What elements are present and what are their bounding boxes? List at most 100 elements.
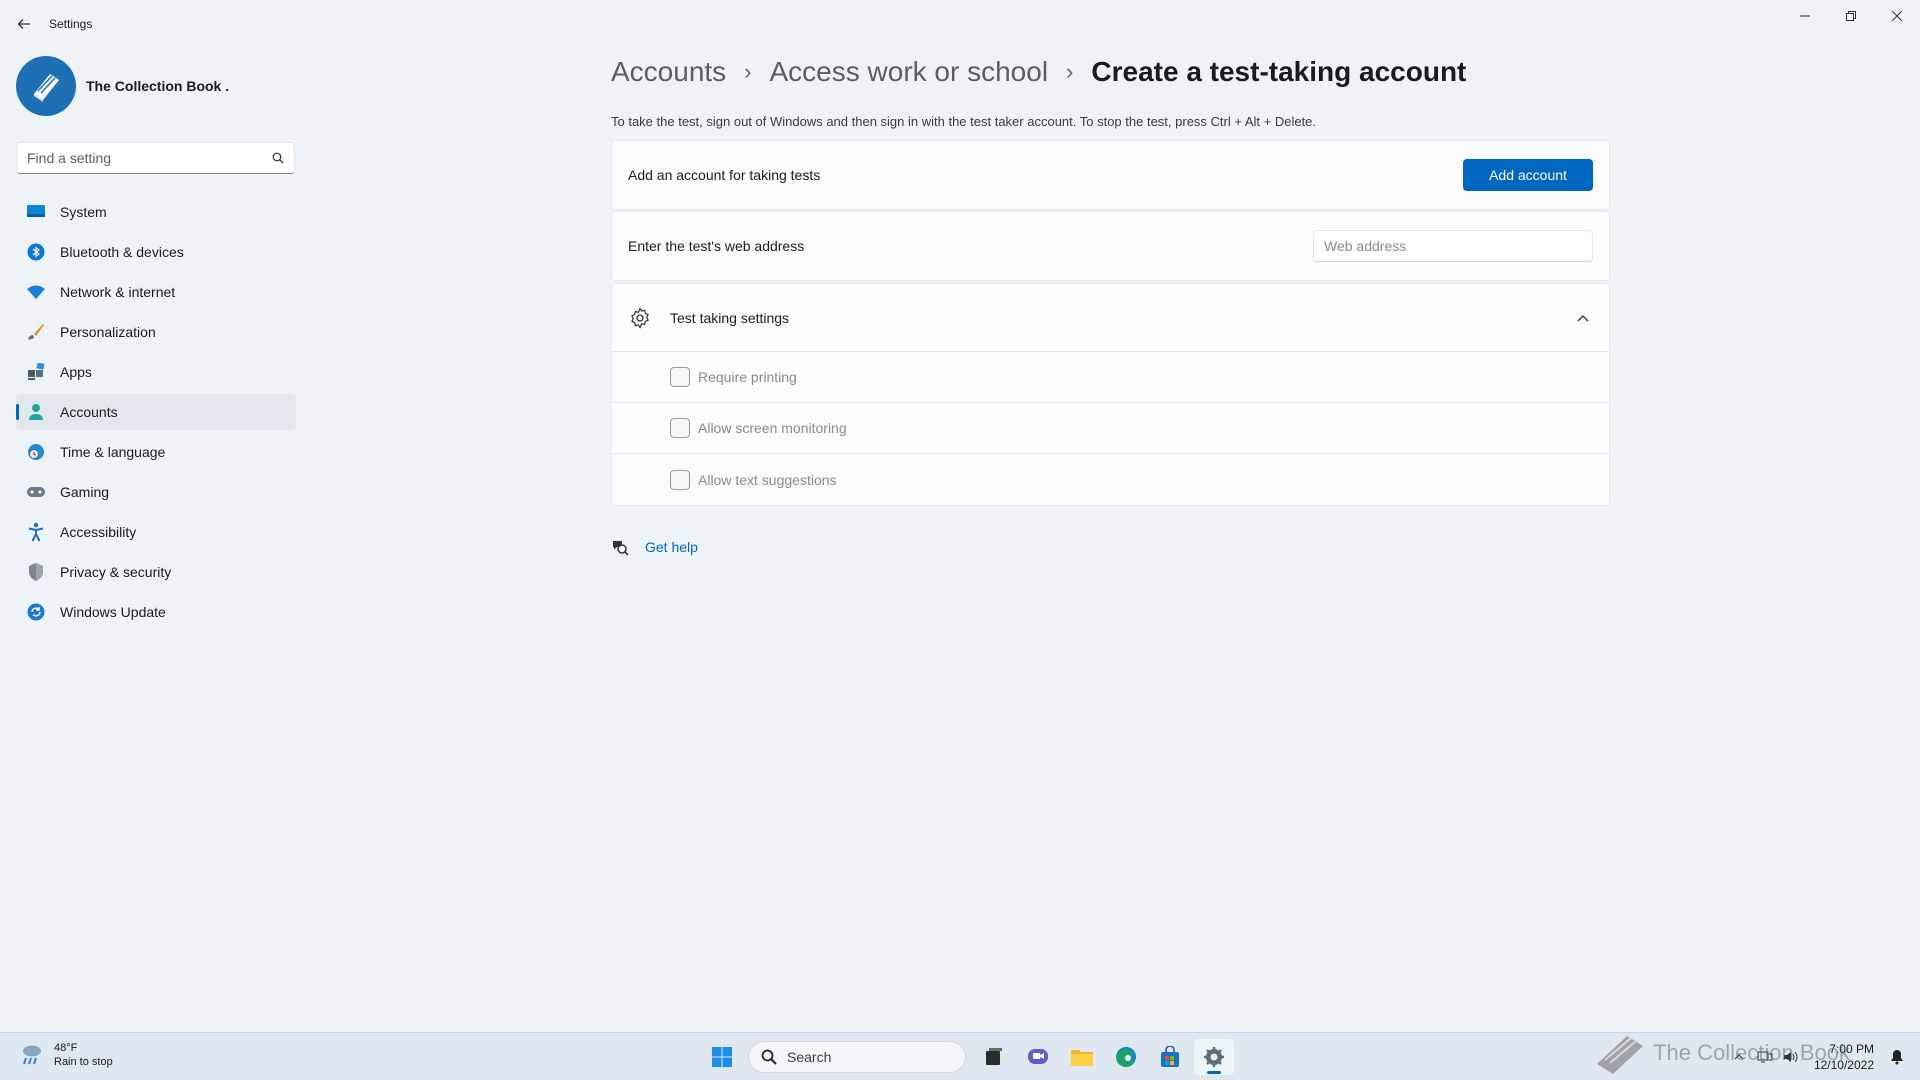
add-account-button[interactable]: Add account <box>1463 159 1593 191</box>
search-input[interactable] <box>27 150 272 166</box>
edge-button[interactable] <box>1106 1039 1146 1075</box>
test-settings-expander: Test taking settings Require printing Al… <box>611 283 1610 506</box>
edge-browser-icon <box>1116 1047 1136 1067</box>
globe-clock-icon <box>26 442 46 462</box>
chevron-up-icon[interactable] <box>1573 308 1593 328</box>
sidebar-item-system[interactable]: System <box>16 194 296 230</box>
user-profile[interactable]: The Collection Book . <box>16 56 229 116</box>
task-view-button[interactable] <box>974 1039 1014 1075</box>
test-settings-title: Test taking settings <box>670 309 790 326</box>
allow-screen-monitoring-option: Allow screen monitoring <box>612 403 1609 454</box>
sidebar-item-label: Network & internet <box>60 284 176 300</box>
test-settings-header[interactable]: Test taking settings <box>612 284 1609 352</box>
sidebar-item-label: System <box>60 204 107 220</box>
accessibility-icon <box>26 522 46 542</box>
sidebar-item-network[interactable]: Network & internet <box>16 274 296 310</box>
task-view-icon <box>986 1048 1002 1065</box>
close-button[interactable] <box>1874 0 1920 32</box>
sidebar-item-label: Bluetooth & devices <box>60 244 184 260</box>
gear-icon <box>1204 1047 1224 1067</box>
gear-icon <box>628 306 652 330</box>
checkbox-label: Allow screen monitoring <box>698 420 847 436</box>
app-title: Settings <box>49 17 93 31</box>
gamepad-icon <box>26 482 46 502</box>
breadcrumb-accounts[interactable]: Accounts <box>611 56 726 88</box>
get-help: Get help <box>611 538 698 556</box>
bluetooth-icon <box>26 242 46 262</box>
settings-search[interactable] <box>16 142 295 174</box>
title-bar: Settings <box>0 0 1920 48</box>
add-account-label: Add an account for taking tests <box>628 167 821 183</box>
taskbar-search[interactable]: Search <box>748 1041 966 1073</box>
profile-name: The Collection Book . <box>86 78 230 94</box>
sidebar-item-privacy[interactable]: Privacy & security <box>16 554 296 590</box>
avatar <box>16 56 76 116</box>
get-help-link[interactable]: Get help <box>645 539 698 555</box>
monitor-icon <box>26 202 46 222</box>
sidebar-nav: System Bluetooth & devices Network & int… <box>16 194 296 634</box>
minimize-button[interactable] <box>1782 0 1828 32</box>
web-address-card: Enter the test's web address <box>611 211 1610 281</box>
folder-icon <box>1071 1050 1093 1066</box>
restore-button[interactable] <box>1828 0 1874 32</box>
sidebar-item-label: Privacy & security <box>60 564 172 580</box>
chat-button[interactable] <box>1018 1039 1058 1075</box>
sidebar-item-windows-update[interactable]: Windows Update <box>16 594 296 630</box>
sidebar-item-personalization[interactable]: Personalization <box>16 314 296 350</box>
sidebar-item-time-language[interactable]: Time & language <box>16 434 296 470</box>
taskbar-search-label: Search <box>787 1049 832 1065</box>
weather-condition: Rain to stop <box>54 1056 113 1068</box>
checkbox-label: Allow text suggestions <box>698 471 837 488</box>
web-address-input[interactable] <box>1313 230 1593 262</box>
taskbar-apps: Search <box>700 1039 1236 1075</box>
rain-cloud-icon <box>23 1045 41 1065</box>
sidebar-item-accessibility[interactable]: Accessibility <box>16 514 296 550</box>
close-icon <box>1892 11 1902 21</box>
breadcrumb-access-work-school[interactable]: Access work or school <box>770 56 1049 88</box>
windows-logo-icon <box>712 1047 732 1067</box>
page-description: To take the test, sign out of Windows an… <box>611 114 1317 129</box>
window-controls <box>1782 0 1920 32</box>
settings-taskbar-button[interactable] <box>1194 1039 1234 1075</box>
chat-icon <box>1028 1049 1048 1064</box>
allow-text-suggestions-checkbox[interactable] <box>670 469 690 490</box>
file-explorer-button[interactable] <box>1062 1039 1102 1075</box>
sidebar-item-gaming[interactable]: Gaming <box>16 474 296 510</box>
watermark: The Collection Book <box>1593 1030 1850 1076</box>
sidebar-item-apps[interactable]: Apps <box>16 354 296 390</box>
store-button[interactable] <box>1150 1039 1190 1075</box>
web-address-label: Enter the test's web address <box>628 238 805 254</box>
notification-bell-icon[interactable] <box>1886 1046 1908 1068</box>
brush-icon <box>26 322 46 342</box>
apps-icon <box>26 362 46 382</box>
back-button[interactable] <box>12 12 36 36</box>
store-bag-icon <box>1161 1046 1179 1067</box>
sidebar-item-label: Gaming <box>60 484 110 500</box>
chevron-right-icon: › <box>744 59 752 84</box>
page-title: Create a test-taking account <box>1091 56 1467 87</box>
watermark-text: The Collection Book <box>1653 1040 1850 1065</box>
start-button[interactable] <box>702 1039 742 1075</box>
sidebar-item-accounts[interactable]: Accounts <box>16 394 296 430</box>
add-account-card: Add an account for taking tests Add acco… <box>611 140 1610 210</box>
breadcrumb: Accounts › Access work or school › Creat… <box>611 56 1466 88</box>
sidebar-item-label: Time & language <box>60 444 166 460</box>
sidebar-item-label: Accounts <box>60 404 118 420</box>
book-logo-icon <box>1597 1036 1644 1074</box>
sidebar-item-label: Windows Update <box>60 604 166 620</box>
sidebar-item-label: Personalization <box>60 324 156 340</box>
sidebar-item-bluetooth[interactable]: Bluetooth & devices <box>16 234 296 270</box>
search-icon <box>761 1049 777 1065</box>
checkbox-label: Require printing <box>698 369 797 385</box>
require-printing-checkbox[interactable] <box>670 367 690 387</box>
minimize-icon <box>1800 15 1810 17</box>
book-icon <box>34 74 59 102</box>
search-icon <box>272 152 284 164</box>
weather-temperature: 48°F <box>54 1042 78 1054</box>
allow-text-suggestions-option: Allow text suggestions <box>612 454 1609 505</box>
require-printing-option: Require printing <box>612 352 1609 403</box>
restore-icon <box>1846 11 1856 21</box>
chevron-right-icon: › <box>1066 59 1074 84</box>
weather-widget[interactable]: 48°F Rain to stop <box>18 1041 113 1069</box>
allow-screen-monitoring-checkbox[interactable] <box>670 418 690 438</box>
